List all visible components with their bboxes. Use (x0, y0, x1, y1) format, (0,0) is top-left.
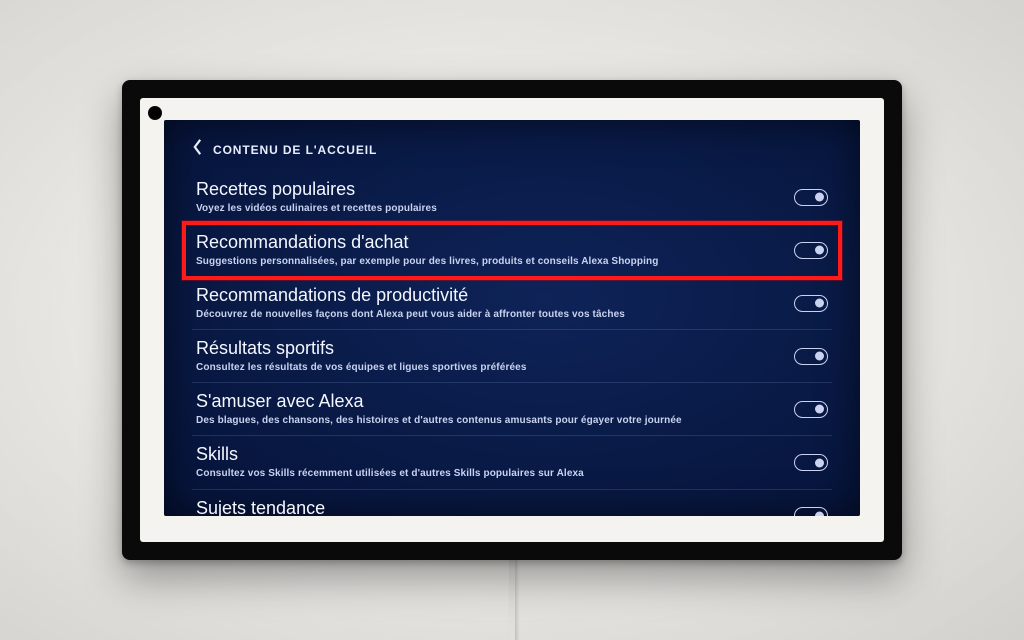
toggle-switch[interactable] (794, 454, 828, 471)
device-bezel: CONTENU DE L'ACCUEIL Recettes populaires… (140, 98, 884, 542)
row-subtitle: Voyez les vidéos culinaires et recettes … (196, 203, 770, 216)
row-sujets-tendance[interactable]: Sujets tendanceHistoires intéressantes d… (192, 490, 832, 516)
row-title: Résultats sportifs (196, 338, 770, 360)
toggle-switch[interactable] (794, 242, 828, 259)
device-screen[interactable]: CONTENU DE L'ACCUEIL Recettes populaires… (164, 120, 860, 516)
row-subtitle: Consultez les résultats de vos équipes e… (196, 362, 770, 375)
row-text: S'amuser avec Alexa Des blagues, des chan… (196, 391, 794, 427)
toggle-switch[interactable] (794, 348, 828, 365)
toggle-switch[interactable] (794, 295, 828, 312)
row-text: Sujets tendanceHistoires intéressantes d… (196, 498, 794, 516)
row-title: Recommandations de productivité (196, 285, 770, 307)
row-recommandations-achat[interactable]: Recommandations d'achat Suggestions perso… (192, 224, 832, 277)
row-title: Sujets tendance (196, 498, 770, 516)
row-samuser-avec-alexa[interactable]: S'amuser avec Alexa Des blagues, des chan… (192, 383, 832, 436)
settings-list: Recettes populaires Voyez les vidéos culi… (192, 171, 832, 516)
row-title: S'amuser avec Alexa (196, 391, 770, 413)
row-text: Skills Consultez vos Skills récemment uti… (196, 444, 794, 480)
toggle-switch[interactable] (794, 189, 828, 206)
header-title: CONTENU DE L'ACCUEIL (213, 143, 377, 157)
row-text: Recettes populaires Voyez les vidéos culi… (196, 179, 794, 215)
row-title: Recommandations d'achat (196, 232, 770, 254)
back-icon[interactable] (192, 138, 203, 161)
toggle-switch[interactable] (794, 507, 828, 516)
row-title: Recettes populaires (196, 179, 770, 201)
row-subtitle: Des blagues, des chansons, des histoires… (196, 415, 770, 428)
echo-show-device: CONTENU DE L'ACCUEIL Recettes populaires… (122, 80, 902, 560)
row-recettes-populaires[interactable]: Recettes populaires Voyez les vidéos culi… (192, 171, 832, 224)
toggle-switch[interactable] (794, 401, 828, 418)
settings-header[interactable]: CONTENU DE L'ACCUEIL (192, 134, 832, 171)
row-resultats-sportifs[interactable]: Résultats sportifs Consultez les résultat… (192, 330, 832, 383)
row-subtitle: Consultez vos Skills récemment utilisées… (196, 468, 770, 481)
row-text: Recommandations d'achat Suggestions perso… (196, 232, 794, 268)
row-text: Recommandations de productivité Découvrez… (196, 285, 794, 321)
row-skills[interactable]: Skills Consultez vos Skills récemment uti… (192, 436, 832, 489)
row-recommandations-productivite[interactable]: Recommandations de productivité Découvrez… (192, 277, 832, 330)
row-title: Skills (196, 444, 770, 466)
row-subtitle: Suggestions personnalisées, par exemple … (196, 256, 770, 269)
row-subtitle: Découvrez de nouvelles façons dont Alexa… (196, 309, 770, 322)
row-text: Résultats sportifs Consultez les résultat… (196, 338, 794, 374)
